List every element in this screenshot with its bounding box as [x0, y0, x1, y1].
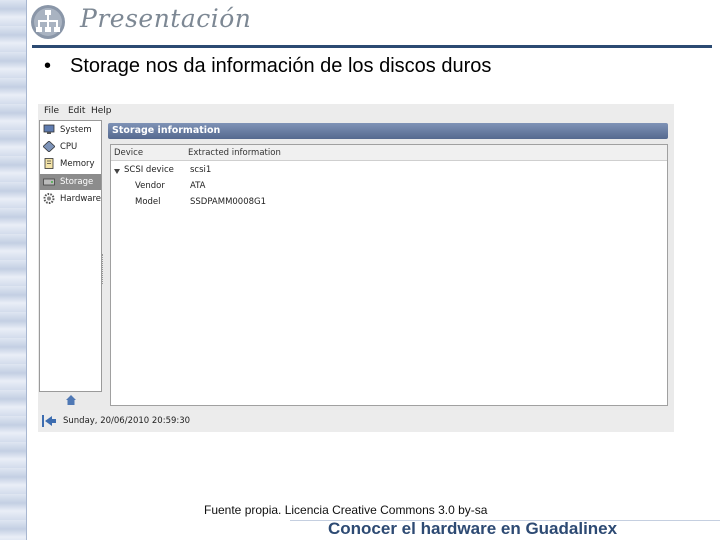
- sidebar-item-label: Hardware: [60, 194, 102, 204]
- image-caption: Fuente propia. Licencia Creative Commons…: [204, 503, 488, 517]
- back-arrow-icon[interactable]: [42, 414, 56, 428]
- network-logo-icon: [31, 5, 65, 39]
- row-info: scsi1: [190, 165, 212, 175]
- bullet-marker: •: [44, 55, 52, 77]
- sidebar-item-label: Memory: [60, 159, 95, 169]
- menu-edit[interactable]: Edit: [68, 106, 85, 116]
- sidebar-item-storage[interactable]: Storage: [40, 174, 101, 190]
- row-info: SSDPAMM0008G1: [190, 197, 267, 207]
- table-header: Device Extracted information: [111, 145, 667, 161]
- sidebar-item-memory[interactable]: Memory: [40, 156, 101, 172]
- storage-table: Device Extracted information SCSI device…: [110, 144, 668, 406]
- pane-resize-handle[interactable]: [102, 254, 105, 284]
- expander-arrow-icon[interactable]: [114, 169, 120, 174]
- menu-file[interactable]: File: [44, 106, 59, 116]
- home-icon[interactable]: [65, 394, 77, 406]
- cpu-icon: [43, 141, 55, 152]
- sidebar-item-system[interactable]: System: [40, 122, 101, 138]
- memory-icon: [44, 158, 54, 169]
- footer-title: Conocer el hardware en Guadalinex: [328, 519, 618, 538]
- status-bar: Sunday, 20/06/2010 20:59:30: [38, 395, 674, 432]
- status-datetime: Sunday, 20/06/2010 20:59:30: [63, 416, 191, 426]
- sidebar-item-label: Storage: [60, 177, 94, 187]
- menu-bar: File Edit Help: [38, 104, 674, 120]
- sidebar-item-cpu[interactable]: CPU: [40, 139, 101, 155]
- sidebar-item-label: System: [60, 125, 92, 135]
- monitor-icon: [43, 124, 55, 134]
- column-header-device[interactable]: Device: [114, 148, 143, 158]
- decorative-side-strip: [0, 0, 27, 540]
- sidebar-item-hardware[interactable]: Hardware: [40, 191, 101, 207]
- row-device: Model: [135, 197, 161, 207]
- slide-title: Presentación: [80, 4, 252, 33]
- storage-icon: [43, 178, 55, 186]
- sidebar-item-label: CPU: [60, 142, 78, 152]
- hardware-info-window: File Edit Help System CPU Memory Storage…: [38, 104, 674, 432]
- header-rule: [32, 45, 712, 48]
- category-sidebar: System CPU Memory Storage Hardware: [39, 120, 102, 392]
- panel-header: Storage information: [108, 123, 668, 139]
- row-info: ATA: [190, 181, 206, 191]
- bullet-text: Storage nos da información de los discos…: [70, 55, 492, 77]
- row-device: SCSI device: [124, 165, 174, 175]
- menu-help[interactable]: Help: [91, 106, 112, 116]
- column-header-info[interactable]: Extracted information: [188, 148, 281, 158]
- gear-icon: [43, 193, 55, 204]
- row-device: Vendor: [135, 181, 165, 191]
- panel-title: Storage information: [112, 125, 221, 136]
